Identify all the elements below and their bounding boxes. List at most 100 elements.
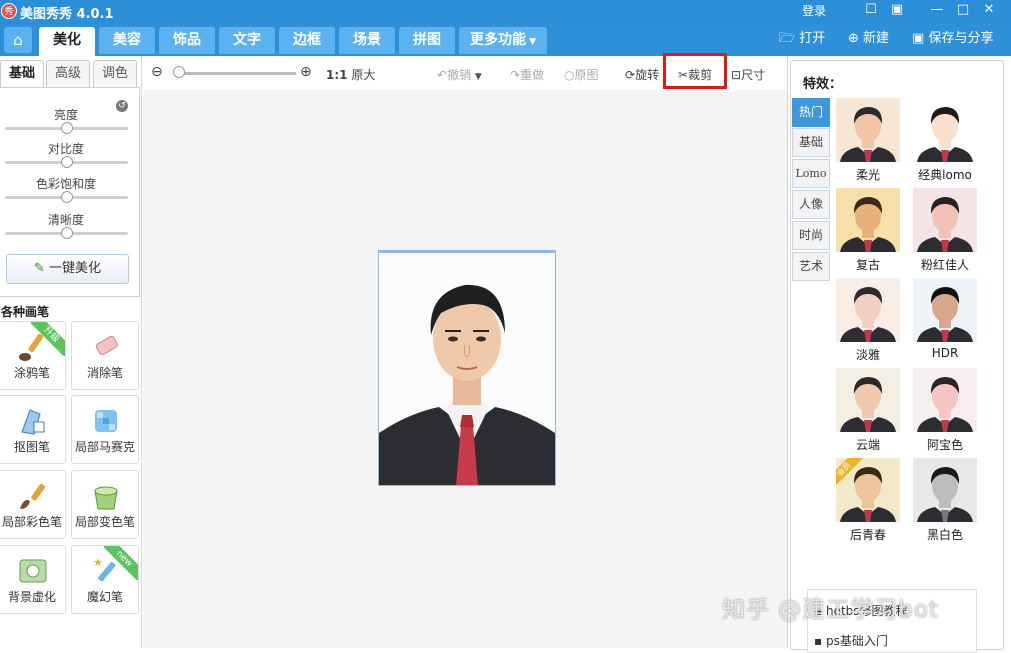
vtab-fashion[interactable]: 时尚 — [792, 221, 830, 250]
redo-button[interactable]: ↷重做 — [510, 66, 544, 83]
tab-more-features[interactable]: 更多功能 ▼ — [459, 27, 547, 54]
undo-label: 撤销 — [447, 68, 472, 82]
minimize-icon[interactable]: — — [928, 1, 946, 19]
tab-scene[interactable]: 场景 — [339, 27, 395, 54]
one-key-beautify-button[interactable]: ✎ 一键美化 — [6, 254, 129, 284]
actual-size-label: 原大 — [351, 68, 376, 82]
color-brush-button[interactable]: 局部彩色笔 — [0, 470, 66, 539]
effect-label: 粉红佳人 — [920, 258, 969, 272]
subtab-color[interactable]: 调色 — [93, 60, 137, 88]
vtab-lomo[interactable]: Lomo — [792, 159, 830, 188]
resize-button[interactable]: ⊡尺寸 — [731, 66, 765, 83]
doodle-brush-label: 涂鸦笔 — [13, 366, 50, 380]
close-icon[interactable]: ✕ — [980, 1, 998, 19]
vtab-art[interactable]: 艺术 — [792, 252, 830, 281]
sharpness-thumb[interactable] — [60, 227, 73, 239]
effect-preview-image — [836, 278, 900, 342]
app-logo: 秀 — [1, 3, 17, 19]
effect-pink-lady[interactable]: 粉红佳人 — [913, 188, 977, 273]
subtab-basic[interactable]: 基础 — [0, 60, 44, 88]
effect-black-white[interactable]: 黑白色 — [913, 458, 977, 543]
effect-label: 淡雅 — [855, 348, 880, 362]
effect-youth[interactable]: 会员 后青春 — [836, 458, 900, 543]
message-icon[interactable]: ☐ — [862, 1, 880, 19]
tab-more-label: 更多功能 — [469, 32, 526, 48]
rotate-button[interactable]: ⟳旋转 — [625, 66, 659, 83]
contrast-thumb[interactable] — [60, 156, 73, 168]
effect-elegant[interactable]: 淡雅 — [836, 278, 900, 363]
eraser-brush-button[interactable]: 消除笔 — [71, 321, 139, 390]
magic-brush-label: 魔幻笔 — [86, 590, 123, 604]
one-key-label: 一键美化 — [49, 261, 102, 276]
tab-beauty[interactable]: 美容 — [99, 27, 155, 54]
doodle-brush-button[interactable]: 升级 涂鸦笔 — [0, 321, 66, 390]
cutout-brush-label: 抠图笔 — [13, 440, 50, 454]
chevron-down-icon[interactable]: ▼ — [475, 72, 482, 82]
save-icon: ▣ — [912, 31, 925, 46]
effect-preview-image — [913, 98, 977, 162]
tab-accessories[interactable]: 饰品 — [159, 27, 215, 54]
app-title: 美图秀秀 4.0.1 — [20, 7, 114, 22]
maximize-icon[interactable]: □ — [954, 1, 972, 19]
effect-classic-lomo[interactable]: 经典lomo — [913, 98, 977, 183]
left-panel: 基础 高级 调色 ↺ 亮度 对比度 色彩饱和度 清晰度 ✎ 一键美化 各种画笔 … — [0, 56, 142, 648]
recolor-brush-button[interactable]: 局部变色笔 — [71, 470, 139, 539]
effect-label: 后青春 — [849, 528, 886, 542]
effect-preview-image — [913, 188, 977, 252]
effect-retro[interactable]: 复古 — [836, 188, 900, 273]
cutout-brush-button[interactable]: 抠图笔 — [0, 395, 66, 464]
rotate-icon: ⟳ — [625, 68, 636, 82]
cutout-pen-icon — [21, 409, 45, 435]
effect-preview-image — [836, 368, 900, 432]
effect-hdr[interactable]: HDR — [913, 278, 977, 360]
tab-border[interactable]: 边框 — [279, 27, 335, 54]
brightness-thumb[interactable] — [60, 122, 73, 134]
effect-label: 柔光 — [855, 168, 880, 182]
save-share-button[interactable]: ▣ 保存与分享 — [912, 29, 993, 49]
zoom-in-icon[interactable]: ⊕ — [300, 64, 312, 80]
magic-brush-button[interactable]: ★ new 魔幻笔 — [71, 545, 139, 614]
vtab-basic[interactable]: 基础 — [792, 128, 830, 157]
saturation-label: 色彩饱和度 — [35, 177, 96, 191]
effect-preview-image — [836, 188, 900, 252]
new-badge: new — [104, 546, 138, 580]
home-icon[interactable]: ⌂ — [4, 27, 32, 53]
recolor-brush-label: 局部变色笔 — [74, 515, 135, 529]
actual-size-button[interactable]: 1:1 原大 — [326, 66, 375, 83]
subtab-advanced[interactable]: 高级 — [46, 60, 90, 88]
effect-label: HDR — [931, 346, 959, 360]
effects-title: 特效： — [803, 77, 843, 92]
open-button[interactable]: 🗁 打开 — [779, 29, 825, 49]
tab-beautify[interactable]: 美化 — [39, 27, 95, 56]
rotate-label: 旋转 — [635, 68, 660, 82]
effect-preview-image — [913, 278, 977, 342]
effect-abao-color[interactable]: 阿宝色 — [913, 368, 977, 453]
tab-text[interactable]: 文字 — [219, 27, 275, 54]
ratio-text: 1:1 — [326, 68, 348, 82]
new-button[interactable]: ⊕ 新建 — [848, 29, 889, 49]
saturation-thumb[interactable] — [60, 191, 73, 203]
zoom-thumb[interactable] — [173, 66, 185, 78]
contrast-label: 对比度 — [47, 142, 84, 156]
zoom-out-icon[interactable]: ⊖ — [151, 64, 163, 80]
main-tab-bar: ⌂ 美化 美容 饰品 文字 边框 场景 拼图 更多功能 ▼ 🗁 打开 ⊕ 新建 … — [0, 24, 1011, 56]
paint-bucket-icon — [94, 486, 118, 510]
skin-icon[interactable]: ▣ — [888, 1, 906, 19]
brush-section-title: 各种画笔 — [1, 305, 50, 319]
brightness-label: 亮度 — [53, 108, 78, 122]
folder-icon: 🗁 — [779, 31, 796, 46]
tab-collage[interactable]: 拼图 — [399, 27, 455, 54]
undo-button[interactable]: ↶撤销 ▼ — [437, 66, 482, 83]
svg-text:★: ★ — [93, 556, 103, 569]
vtab-portrait[interactable]: 人像 — [792, 190, 830, 219]
effect-cloud[interactable]: 云端 — [836, 368, 900, 453]
mosaic-brush-button[interactable]: 局部马赛克 — [71, 395, 139, 464]
original-image-button[interactable]: ○原图 — [564, 66, 599, 83]
portrait-photo[interactable] — [378, 250, 556, 486]
vtab-hot[interactable]: 热门 — [792, 98, 830, 127]
login-link[interactable]: 登录 — [802, 2, 826, 19]
effect-soft-light[interactable]: 柔光 — [836, 98, 900, 183]
zoom-slider[interactable] — [178, 72, 296, 75]
background-blur-button[interactable]: 背景虚化 — [0, 545, 66, 614]
link-item[interactable]: ▪ ps基础入门 — [814, 632, 888, 649]
